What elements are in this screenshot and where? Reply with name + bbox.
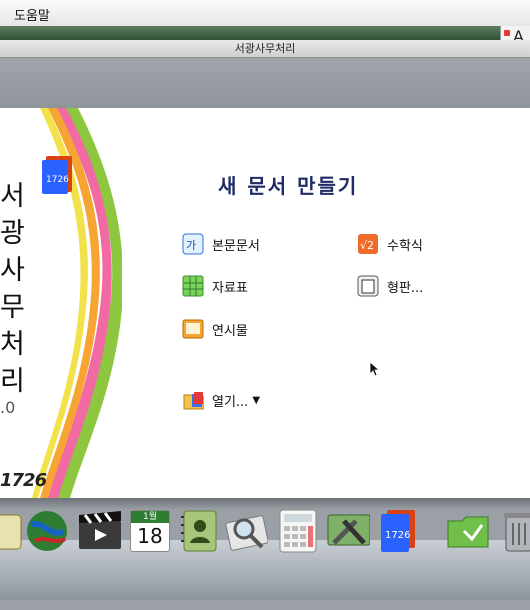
svg-text:가: 가 — [186, 239, 196, 252]
presentation-icon — [182, 318, 204, 340]
globe-icon — [27, 511, 67, 551]
window-titlebar: 서광사무처리 — [0, 40, 530, 58]
film-clapper-icon — [79, 511, 121, 549]
new-presentation-label: 연시물 — [212, 323, 248, 339]
splash-char: 서 — [0, 181, 25, 212]
splash-panel: 1726 서 광 사 무 처 리 .0 1726 — [0, 108, 122, 498]
dock-item-video[interactable] — [77, 509, 121, 553]
new-document-heading: 새 문서 만들기 — [218, 174, 359, 198]
office-suite-icon: 1726 — [381, 510, 415, 552]
progress-strip — [0, 26, 500, 40]
new-template-label: 형판... — [387, 280, 424, 296]
splash-char: 광 — [0, 218, 25, 249]
menu-item-help[interactable]: 도움말 — [14, 5, 50, 24]
new-presentation-button[interactable]: 연시물 — [182, 317, 248, 341]
calculator-icon — [279, 509, 317, 553]
trash-can-icon — [504, 513, 530, 552]
dock-item-contacts[interactable] — [178, 509, 222, 553]
new-text-document-label: 본문문서 — [212, 238, 260, 254]
dock-item-office[interactable]: 1726 — [376, 509, 420, 553]
calendar-month: 1월 — [131, 511, 169, 523]
open-folder-icon — [182, 389, 204, 411]
toolbar-area — [0, 58, 530, 108]
splash-char: 처 — [0, 329, 25, 360]
dock-item-trash[interactable] — [497, 509, 530, 553]
open-file-button[interactable]: 열기... ▼ — [182, 388, 260, 412]
partial-app-icon — [0, 514, 22, 550]
splash-brand: 1726 — [0, 470, 47, 491]
template-icon — [357, 275, 379, 297]
svg-text:1726: 1726 — [46, 175, 69, 185]
calendar-icon: 1월 18 — [130, 510, 170, 552]
tools-icon — [327, 514, 370, 546]
splash-char: 리 — [0, 366, 25, 397]
address-book-icon — [181, 510, 217, 552]
dock-item-calendar[interactable]: 1월 18 — [128, 509, 172, 553]
dock-item-browser[interactable] — [25, 509, 69, 553]
splash-version: .0 — [0, 398, 16, 417]
green-folder-icon — [447, 516, 489, 548]
svg-text:1726: 1726 — [385, 530, 410, 541]
dock-item-system-tools[interactable] — [326, 509, 370, 553]
open-file-label: 열기... — [212, 394, 249, 410]
mouse-pointer-icon — [369, 361, 381, 377]
window-title: 서광사무처리 — [234, 42, 296, 55]
app-logo-icon: 1726 — [42, 156, 72, 194]
start-dialog: 1726 서 광 사 무 처 리 .0 1726 새 문서 만들기 가 본문문서… — [0, 108, 530, 498]
menu-bar: 도움말 — [0, 0, 530, 27]
dock-item-documents[interactable] — [446, 509, 490, 553]
input-method-dot-icon — [504, 30, 510, 36]
new-math-formula-button[interactable]: √2 수학식 — [357, 232, 423, 256]
new-text-document-button[interactable]: 가 본문문서 — [182, 232, 260, 256]
new-math-formula-label: 수학식 — [387, 238, 423, 254]
spreadsheet-icon — [182, 275, 204, 297]
math-root-icon: √2 — [357, 233, 379, 255]
new-spreadsheet-label: 자료표 — [212, 280, 248, 296]
dock-item-calculator[interactable] — [276, 509, 320, 553]
new-template-button[interactable]: 형판... — [357, 274, 423, 298]
dropdown-arrow-icon: ▼ — [252, 394, 261, 406]
calendar-day: 18 — [137, 524, 163, 548]
splash-char: 사 — [0, 255, 25, 286]
svg-text:√2: √2 — [360, 239, 374, 252]
magnifier-photo-icon — [225, 515, 268, 551]
splash-product-name: 서 광 사 무 처 리 — [0, 178, 25, 400]
dock-item-image-viewer[interactable] — [224, 509, 268, 553]
splash-char: 무 — [0, 292, 25, 323]
document-ga-icon: 가 — [182, 233, 204, 255]
new-spreadsheet-button[interactable]: 자료표 — [182, 274, 248, 298]
